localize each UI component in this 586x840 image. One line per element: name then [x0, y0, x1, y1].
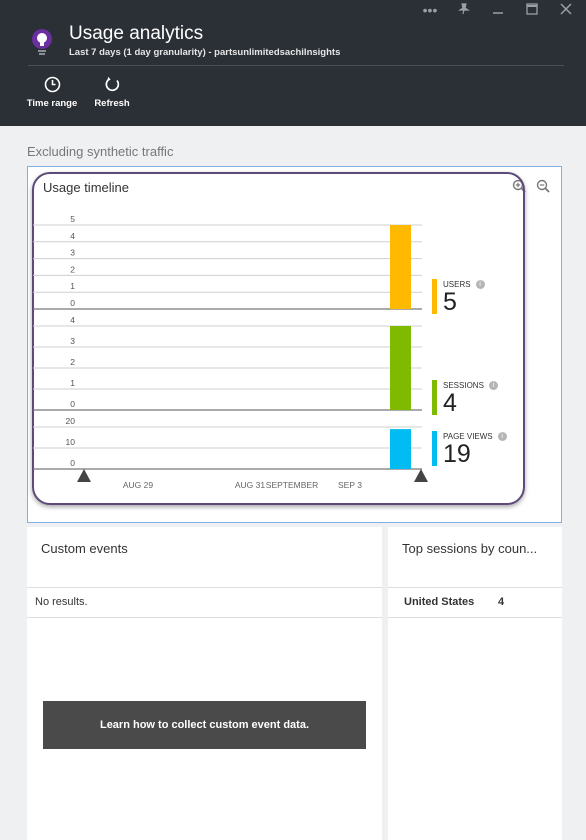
bar-page-views [390, 429, 411, 469]
divider [27, 617, 382, 618]
divider [388, 617, 562, 618]
refresh-button[interactable]: Refresh [82, 76, 142, 109]
info-icon[interactable]: i [488, 381, 498, 390]
sessions-color-bar [432, 380, 437, 415]
custom-events-title: Custom events [41, 541, 128, 556]
pin-icon[interactable] [454, 0, 474, 20]
info-icon[interactable]: i [475, 280, 485, 289]
divider [388, 587, 562, 588]
section-label: Excluding synthetic traffic [27, 144, 174, 159]
y-tick-label: 3 [70, 248, 75, 258]
users-color-bar [432, 279, 437, 314]
bar-sessions [390, 326, 411, 410]
y-tick-label: 1 [70, 281, 75, 291]
y-tick-label: 4 [70, 231, 75, 241]
x-tick-label: AUG 29 [123, 480, 154, 490]
info-icon[interactable]: i [497, 432, 507, 441]
y-tick-label: 0 [70, 298, 75, 308]
close-icon[interactable] [556, 0, 576, 20]
refresh-icon [105, 76, 119, 92]
blade-header: ••• Usage analytics Last 7 days (1 day g… [0, 0, 586, 126]
y-tick-label: 0 [70, 399, 75, 409]
blade-gutter [562, 126, 586, 840]
usage-timeline-tile[interactable]: Usage timeline 0 1 2 3 4 5 0 1 2 3 4 0 10 20 AUG 29 AUG… [27, 166, 562, 523]
x-tick-label: SEPTEMBER [266, 480, 318, 490]
header-divider [28, 65, 564, 66]
y-tick-label: 10 [66, 437, 76, 447]
y-tick-label: 1 [70, 378, 75, 388]
y-tick-label: 3 [70, 336, 75, 346]
refresh-label: Refresh [94, 98, 130, 109]
learn-custom-events-button[interactable]: Learn how to collect custom event data. [43, 701, 366, 749]
top-sessions-title: Top sessions by coun... [402, 541, 538, 556]
x-tick-label: SEP 3 [338, 480, 362, 490]
range-handle-right-icon [414, 469, 428, 482]
x-tick-label: AUG 31 [235, 480, 266, 490]
page-subtitle: Last 7 days (1 day granularity) - partsu… [69, 47, 341, 58]
custom-events-tile[interactable]: Custom events No results. Learn how to c… [27, 527, 382, 840]
page-views-color-bar [432, 431, 437, 466]
no-results-text: No results. [35, 596, 88, 608]
time-range-label: Time range [26, 98, 78, 109]
country-cell: United States [404, 596, 475, 608]
page-title: Usage analytics [69, 23, 204, 44]
page-views-value: 19 [443, 440, 471, 468]
y-tick-label: 2 [70, 264, 75, 274]
y-tick-label: 2 [70, 357, 75, 367]
divider [27, 587, 382, 588]
bar-users [390, 225, 411, 309]
y-tick-label: 5 [70, 214, 75, 224]
window-controls: ••• [420, 0, 576, 20]
maximize-icon[interactable] [522, 0, 542, 20]
clock-icon [44, 76, 60, 93]
top-sessions-tile[interactable]: Top sessions by coun... United States 4 [388, 527, 562, 840]
time-range-button[interactable]: Time range [22, 76, 82, 109]
more-icon[interactable]: ••• [420, 0, 440, 20]
users-value: 5 [443, 288, 457, 316]
count-cell: 4 [498, 596, 505, 608]
y-tick-label: 4 [70, 315, 75, 325]
y-tick-label: 0 [70, 458, 75, 468]
lightbulb-icon [30, 28, 54, 58]
usage-timeline-chart[interactable]: 0 1 2 3 4 5 0 1 2 3 4 0 10 20 AUG 29 AUG 31 SEPTEMBER SEP… [28, 167, 561, 522]
range-handle-left-icon [77, 469, 91, 482]
sessions-value: 4 [443, 389, 457, 417]
minimize-icon[interactable] [488, 0, 508, 20]
y-tick-label: 20 [66, 416, 76, 426]
